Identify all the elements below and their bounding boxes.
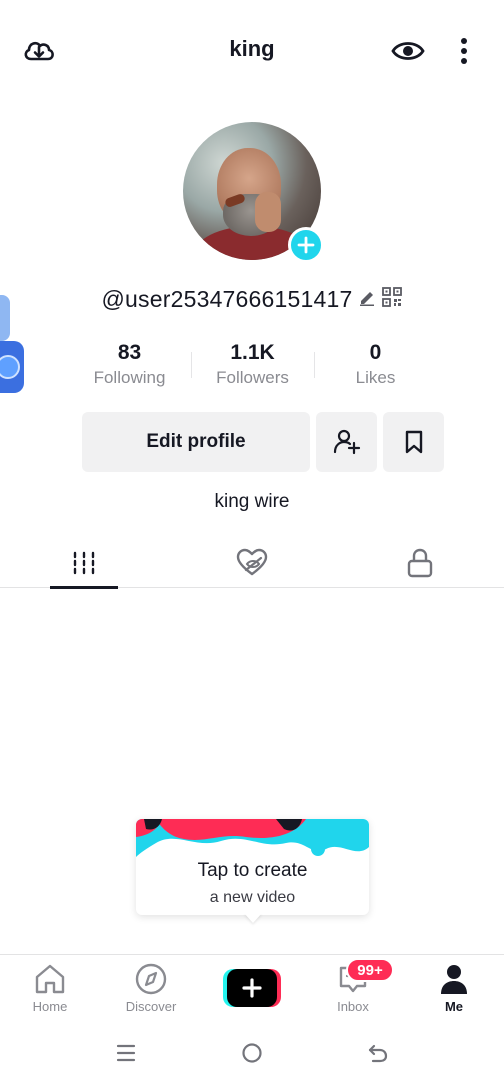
profile-bio: king wire <box>214 491 290 512</box>
stat-likes[interactable]: 0 Likes <box>314 340 437 388</box>
nav-discover-label: Discover <box>125 999 177 1014</box>
recent-apps-icon[interactable] <box>112 1040 140 1066</box>
tooltip-title: Tap to create <box>197 860 308 881</box>
tab-liked[interactable] <box>168 538 336 588</box>
profile-stats: 83 Following 1.1K Followers 0 Likes <box>68 340 438 388</box>
favorites-button[interactable] <box>383 412 444 472</box>
plus-icon <box>297 236 315 254</box>
add-friend-icon <box>333 429 360 455</box>
tooltip-subtitle: a new video <box>209 889 296 906</box>
stat-followers[interactable]: 1.1K Followers <box>191 340 314 388</box>
tab-videos[interactable] <box>0 538 168 589</box>
home-icon <box>35 964 65 994</box>
videos-grid-icon <box>73 551 95 575</box>
edit-profile-button[interactable]: Edit profile <box>82 412 310 472</box>
tab-private[interactable] <box>336 538 504 588</box>
nav-inbox-label: Inbox <box>337 999 369 1014</box>
home-circle-icon[interactable] <box>238 1040 266 1066</box>
nav-home-label: Home <box>32 999 68 1014</box>
stat-label: Followers <box>216 368 289 387</box>
stat-value: 1.1K <box>230 341 275 364</box>
back-icon[interactable] <box>364 1040 392 1066</box>
nav-home[interactable]: Home <box>0 963 100 1023</box>
username: @user25347666151417 <box>101 286 353 312</box>
username-row: @user25347666151417 <box>0 286 504 313</box>
profile-actions: Edit profile <box>82 412 444 472</box>
nav-me[interactable]: Me <box>404 963 504 1023</box>
lock-icon <box>407 548 433 578</box>
profile-tabs <box>0 538 504 589</box>
plus-icon <box>242 978 262 998</box>
bottom-nav: Home Discover Inbox Me <box>0 954 504 1026</box>
edit-pencil-icon[interactable] <box>358 288 376 311</box>
top-bar: king <box>0 0 504 100</box>
page-title: king <box>229 36 275 61</box>
stat-label: Likes <box>355 368 396 387</box>
profile-icon <box>441 965 467 994</box>
create-tooltip[interactable]: Tap to create a new video <box>136 819 369 915</box>
avatar-hand <box>255 192 281 232</box>
nav-me-label: Me <box>444 999 464 1014</box>
coin-icon <box>0 355 20 379</box>
eye-icon[interactable] <box>390 34 426 68</box>
qr-code-icon[interactable] <box>382 287 403 312</box>
bookmark-icon <box>405 430 422 454</box>
stat-value: 83 <box>117 341 142 364</box>
add-avatar-button[interactable] <box>288 227 324 263</box>
avatar-container[interactable] <box>183 122 324 263</box>
create-button-face <box>227 969 277 1007</box>
liked-hidden-icon <box>236 548 268 576</box>
tooltip-arrow <box>244 913 262 923</box>
stat-following[interactable]: 83 Following <box>68 340 191 388</box>
compass-icon <box>135 963 167 995</box>
floating-coin-widget[interactable] <box>0 341 24 393</box>
stat-value: 0 <box>369 341 382 364</box>
more-vertical-icon[interactable] <box>446 34 482 68</box>
nav-discover[interactable]: Discover <box>101 963 201 1023</box>
add-friend-button[interactable] <box>316 412 377 472</box>
tab-active-indicator <box>50 586 118 589</box>
system-nav-bar <box>0 1026 504 1080</box>
stat-label: Following <box>93 368 166 387</box>
inbox-badge: 99+ <box>346 958 394 982</box>
create-button[interactable] <box>223 969 281 1007</box>
